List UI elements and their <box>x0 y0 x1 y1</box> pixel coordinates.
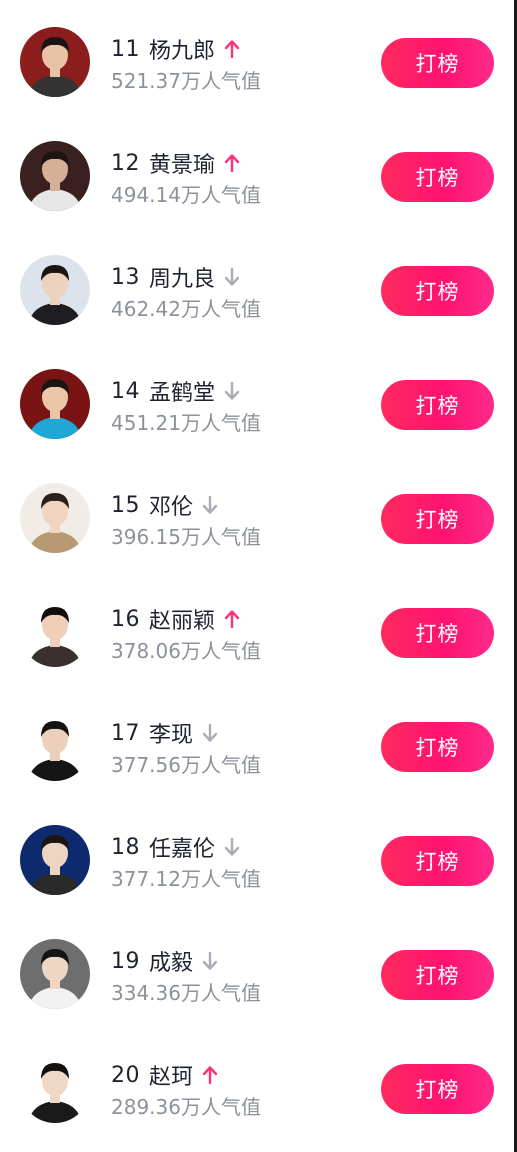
ranking-row: 14 孟鹤堂 451.21万人气值 打榜 <box>0 344 514 458</box>
celebrity-name: 成毅 <box>149 951 194 976</box>
celebrity-name: 杨九郎 <box>149 39 216 64</box>
popularity-score: 462.42万人气值 <box>111 297 261 321</box>
ranking-row: 11 杨九郎 521.37万人气值 打榜 <box>0 2 514 116</box>
popularity-score: 334.36万人气值 <box>111 981 261 1005</box>
celebrity-name: 赵丽颖 <box>149 609 216 634</box>
avatar[interactable] <box>20 939 90 1009</box>
rank-title: 11 杨九郎 <box>111 34 241 64</box>
vote-button[interactable]: 打榜 <box>381 266 494 316</box>
rank-title: 17 李现 <box>111 718 219 748</box>
rank-number: 13 <box>111 264 140 290</box>
arrow-down-icon <box>223 380 241 402</box>
popularity-score: 289.36万人气值 <box>111 1095 261 1119</box>
vote-button[interactable]: 打榜 <box>381 152 494 202</box>
rank-title: 14 孟鹤堂 <box>111 376 241 406</box>
arrow-down-icon <box>201 494 219 516</box>
rank-number: 12 <box>111 150 140 176</box>
ranking-row: 18 任嘉伦 377.12万人气值 打榜 <box>0 800 514 914</box>
ranking-list: 11 杨九郎 521.37万人气值 打榜 12 黄景瑜 494.14万人气值 打榜 13 周九良 4… <box>0 0 514 1152</box>
avatar[interactable] <box>20 825 90 895</box>
arrow-up-icon <box>223 38 241 60</box>
ranking-row: 13 周九良 462.42万人气值 打榜 <box>0 230 514 344</box>
ranking-row: 19 成毅 334.36万人气值 打榜 <box>0 914 514 1028</box>
arrow-down-icon <box>201 950 219 972</box>
ranking-row: 17 李现 377.56万人气值 打榜 <box>0 686 514 800</box>
rank-title: 13 周九良 <box>111 262 241 292</box>
popularity-score: 451.21万人气值 <box>111 411 261 435</box>
ranking-row: 15 邓伦 396.15万人气值 打榜 <box>0 458 514 572</box>
rank-number: 20 <box>111 1062 140 1088</box>
avatar[interactable] <box>20 1053 90 1123</box>
celebrity-name: 孟鹤堂 <box>149 381 216 406</box>
vote-button[interactable]: 打榜 <box>381 950 494 1000</box>
avatar[interactable] <box>20 27 90 97</box>
vote-button[interactable]: 打榜 <box>381 1064 494 1114</box>
popularity-score: 521.37万人气值 <box>111 69 261 93</box>
arrow-down-icon <box>223 266 241 288</box>
rank-number: 15 <box>111 492 140 518</box>
rank-title: 16 赵丽颖 <box>111 604 241 634</box>
avatar[interactable] <box>20 483 90 553</box>
vote-button[interactable]: 打榜 <box>381 494 494 544</box>
rank-title: 20 赵珂 <box>111 1060 219 1090</box>
avatar[interactable] <box>20 711 90 781</box>
celebrity-name: 邓伦 <box>149 495 194 520</box>
rank-number: 17 <box>111 720 140 746</box>
vote-button[interactable]: 打榜 <box>381 722 494 772</box>
avatar[interactable] <box>20 597 90 667</box>
celebrity-name: 任嘉伦 <box>149 837 216 862</box>
ranking-row: 16 赵丽颖 378.06万人气值 打榜 <box>0 572 514 686</box>
rank-number: 14 <box>111 378 140 404</box>
rank-number: 11 <box>111 36 140 62</box>
celebrity-name: 周九良 <box>149 267 216 292</box>
arrow-down-icon <box>223 836 241 858</box>
vote-button[interactable]: 打榜 <box>381 836 494 886</box>
rank-title: 12 黄景瑜 <box>111 148 241 178</box>
popularity-score: 377.56万人气值 <box>111 753 261 777</box>
popularity-score: 378.06万人气值 <box>111 639 261 663</box>
arrow-up-icon <box>223 608 241 630</box>
avatar[interactable] <box>20 369 90 439</box>
rank-number: 18 <box>111 834 140 860</box>
celebrity-name: 赵珂 <box>149 1065 194 1090</box>
ranking-row: 12 黄景瑜 494.14万人气值 打榜 <box>0 116 514 230</box>
arrow-up-icon <box>201 1064 219 1086</box>
popularity-score: 396.15万人气值 <box>111 525 261 549</box>
avatar[interactable] <box>20 141 90 211</box>
ranking-row: 20 赵珂 289.36万人气值 打榜 <box>0 1028 514 1142</box>
rank-title: 18 任嘉伦 <box>111 832 241 862</box>
avatar[interactable] <box>20 255 90 325</box>
arrow-up-icon <box>223 152 241 174</box>
vote-button[interactable]: 打榜 <box>381 608 494 658</box>
rank-title: 15 邓伦 <box>111 490 219 520</box>
vote-button[interactable]: 打榜 <box>381 380 494 430</box>
vote-button[interactable]: 打榜 <box>381 38 494 88</box>
popularity-score: 377.12万人气值 <box>111 867 261 891</box>
rank-title: 19 成毅 <box>111 946 219 976</box>
arrow-down-icon <box>201 722 219 744</box>
rank-number: 19 <box>111 948 140 974</box>
celebrity-name: 李现 <box>149 723 194 748</box>
celebrity-name: 黄景瑜 <box>149 153 216 178</box>
popularity-score: 494.14万人气值 <box>111 183 261 207</box>
rank-number: 16 <box>111 606 140 632</box>
